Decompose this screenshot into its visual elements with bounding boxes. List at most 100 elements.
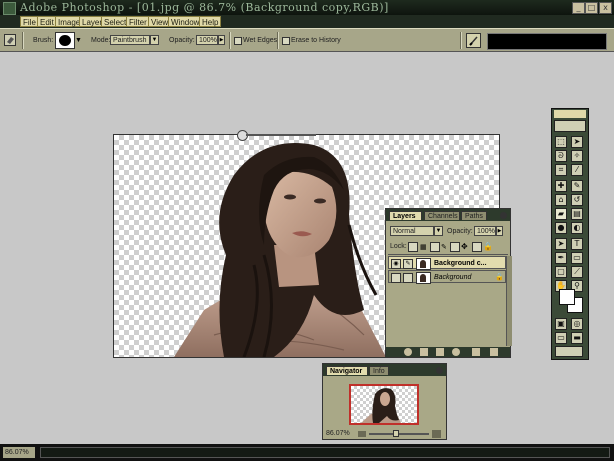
window-title: Adobe Photoshop - [01.jpg @ 86.7% (Backg…: [20, 1, 389, 14]
maximize-button[interactable]: □: [585, 2, 598, 14]
blend-mode-dropdown-icon[interactable]: ▼: [434, 226, 443, 236]
layer-row-background[interactable]: Background 🔒: [388, 270, 506, 284]
lasso-tool-icon[interactable]: ᘐ: [555, 150, 567, 162]
divider: [388, 254, 508, 255]
layer-style-icon[interactable]: [404, 348, 412, 356]
adobe-online-icon[interactable]: [554, 120, 586, 132]
crop-tool-icon[interactable]: ⌗: [555, 164, 567, 176]
options-bar: Brush: ▼ Mode: Paintbrush ▼ Opacity: 100…: [0, 28, 614, 52]
lock-label: Lock:: [390, 243, 407, 250]
lock-position-checkbox[interactable]: [450, 242, 460, 252]
palette-menu-icon[interactable]: [500, 212, 507, 219]
brush-dynamics-icon[interactable]: [466, 33, 481, 48]
imageready-icon[interactable]: [555, 346, 583, 357]
brush-tool-icon[interactable]: ✎: [571, 180, 583, 192]
notes-tool-icon[interactable]: ▢: [555, 266, 567, 278]
tab-info[interactable]: Info: [369, 366, 389, 375]
tab-paths[interactable]: Paths: [461, 211, 487, 220]
healing-brush-tool-icon[interactable]: ✚: [555, 180, 567, 192]
color-swatches: [557, 287, 583, 313]
foreground-color-swatch[interactable]: [559, 289, 575, 305]
tab-navigator[interactable]: Navigator: [326, 366, 368, 375]
navigator-zoom-value[interactable]: 86.07%: [326, 430, 350, 437]
lock-icon: 🔒: [483, 242, 493, 251]
new-layer-icon[interactable]: [472, 348, 480, 356]
mode-label: Mode:: [91, 37, 111, 44]
close-button[interactable]: x: [599, 2, 612, 14]
blend-mode-select[interactable]: Normal: [390, 226, 434, 236]
layer-row-background-copy[interactable]: ◉ ✎ Background c...: [388, 256, 506, 270]
paintbrush-icon[interactable]: ✎: [403, 259, 413, 269]
blur-tool-icon[interactable]: ●: [555, 222, 567, 234]
lock-transparency-checkbox[interactable]: [408, 242, 418, 252]
status-zoom-field[interactable]: 86.07%: [3, 447, 35, 458]
menu-select[interactable]: Select: [101, 16, 130, 27]
brush-label: Brush:: [33, 37, 54, 44]
brush-preset-picker[interactable]: [55, 32, 75, 49]
shape-tool-icon[interactable]: ▭: [571, 252, 583, 264]
palette-well[interactable]: [487, 33, 607, 50]
add-mask-icon[interactable]: [420, 348, 428, 356]
navigator-preview[interactable]: [349, 384, 419, 425]
quick-mask-icon[interactable]: ◎: [571, 318, 583, 330]
menu-window[interactable]: Window: [168, 16, 203, 27]
navigator-menu-icon[interactable]: [436, 367, 443, 374]
layer-name[interactable]: Background c...: [434, 257, 487, 270]
trash-icon[interactable]: [490, 348, 498, 356]
eraser-tool-preset-icon[interactable]: [4, 34, 16, 46]
eyedropper-tool-icon[interactable]: ⟋: [571, 266, 583, 278]
brush-dropdown-icon[interactable]: ▼: [75, 37, 82, 44]
opacity-input[interactable]: 100%: [196, 35, 218, 45]
minimize-button[interactable]: _: [572, 2, 585, 14]
lock-image-checkbox[interactable]: [430, 242, 440, 252]
pen-tool-icon[interactable]: ✒: [555, 252, 567, 264]
standard-mode-icon[interactable]: ▣: [555, 318, 567, 330]
navigator-thumbnail: [361, 388, 401, 423]
brush-icon: ✎: [441, 244, 447, 251]
title-bar: Adobe Photoshop - [01.jpg @ 86.7% (Backg…: [0, 0, 614, 15]
eye-icon[interactable]: [391, 273, 401, 283]
erase-to-history-checkbox[interactable]: [282, 37, 290, 45]
new-set-icon[interactable]: [436, 348, 444, 356]
layer-opacity-slider-icon[interactable]: ▶: [496, 226, 503, 236]
tab-layers[interactable]: Layers: [389, 211, 422, 220]
type-tool-icon[interactable]: T: [571, 238, 583, 250]
menu-help[interactable]: Help: [199, 16, 222, 27]
menu-filter[interactable]: Filter: [126, 16, 150, 27]
mode-select[interactable]: Paintbrush: [110, 35, 150, 45]
wet-edges-checkbox[interactable]: [234, 37, 242, 45]
lock-all-checkbox[interactable]: [472, 242, 482, 252]
layer-thumbnail: [416, 258, 431, 270]
adjustment-layer-icon[interactable]: [452, 348, 460, 356]
full-screen-icon[interactable]: ▬: [571, 332, 583, 344]
slice-tool-icon[interactable]: ⁄: [571, 164, 583, 176]
layer-opacity-label: Opacity:: [447, 228, 473, 235]
path-selection-tool-icon[interactable]: ➤: [555, 238, 567, 250]
magic-wand-tool-icon[interactable]: ✧: [571, 150, 583, 162]
zoom-slider-handle[interactable]: [393, 430, 399, 437]
dodge-tool-icon[interactable]: ◐: [571, 222, 583, 234]
link-icon[interactable]: [403, 273, 413, 283]
opacity-slider-icon[interactable]: ▶: [218, 35, 225, 45]
clone-stamp-tool-icon[interactable]: ⌂: [555, 194, 567, 206]
zoom-slider-track[interactable]: [369, 433, 429, 435]
status-bar: 86.07%: [0, 444, 614, 461]
app-icon[interactable]: [3, 2, 16, 15]
layers-scrollbar[interactable]: [506, 256, 512, 346]
toolbox-grip[interactable]: [554, 110, 586, 118]
standard-screen-icon[interactable]: ▭: [555, 332, 567, 344]
layer-name[interactable]: Background: [434, 271, 471, 284]
mode-dropdown-icon[interactable]: ▼: [150, 35, 159, 45]
gradient-tool-icon[interactable]: ▤: [571, 208, 583, 220]
zoom-out-icon[interactable]: [358, 431, 366, 437]
tab-channels[interactable]: Channels: [424, 211, 460, 220]
zoom-in-icon[interactable]: [432, 430, 441, 438]
eye-icon[interactable]: ◉: [391, 259, 401, 269]
history-brush-tool-icon[interactable]: ↺: [571, 194, 583, 206]
layer-opacity-input[interactable]: 100%: [474, 226, 496, 236]
menu-edit[interactable]: Edit: [37, 16, 57, 27]
handle-line: [246, 134, 316, 136]
move-tool-icon[interactable]: ➤: [571, 136, 583, 148]
eraser-tool-icon[interactable]: ▰: [555, 208, 567, 220]
marquee-tool-icon[interactable]: ⬚: [555, 136, 567, 148]
